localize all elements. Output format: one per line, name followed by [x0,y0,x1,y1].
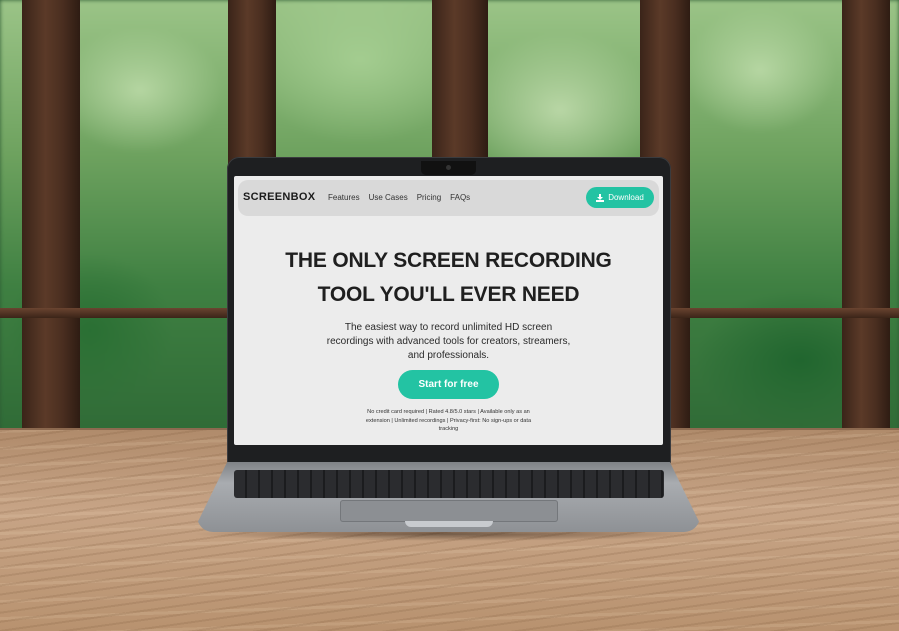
download-button-label: Download [608,193,644,202]
hero-headline: THE ONLY SCREEN RECORDING TOOL YOU'LL EV… [234,244,663,312]
start-for-free-button[interactable]: Start for free [398,370,499,399]
window-frame-post [22,0,80,440]
laptop-front-lip [405,521,493,527]
trackpad [340,500,558,522]
nav-links: Features Use Cases Pricing FAQs [328,193,470,202]
subheading-line: The easiest way to record unlimited HD s… [344,322,553,333]
hero-headline-line: TOOL YOU'LL EVER NEED [317,283,580,306]
site-navbar: SCREENBOX Features Use Cases Pricing FAQ… [238,180,659,216]
fine-print-line: tracking [438,426,459,432]
hero-headline-line: THE ONLY SCREEN RECORDING [285,249,612,272]
subheading-line: and professionals. [407,350,490,361]
nav-link-features[interactable]: Features [328,193,360,202]
laptop-screen: SCREENBOX Features Use Cases Pricing FAQ… [234,176,663,445]
nav-link-faqs[interactable]: FAQs [450,193,470,202]
fine-print-line: No credit card required | Rated 4.8/5.0 … [367,409,530,415]
hero-subheading: The easiest way to record unlimited HD s… [314,321,583,363]
download-icon [596,193,605,202]
keyboard [234,470,664,498]
site-logo[interactable]: SCREENBOX [243,191,315,203]
webcam [446,165,451,170]
download-button[interactable]: Download [586,187,654,208]
nav-link-use-cases[interactable]: Use Cases [369,193,408,202]
nav-link-pricing[interactable]: Pricing [417,193,441,202]
subheading-line: recordings with advanced tools for creat… [326,336,571,347]
fine-print: No credit card required | Rated 4.8/5.0 … [346,408,551,434]
fine-print-line: extension | Unlimited recordings | Priva… [365,417,532,424]
window-frame-post [842,0,890,440]
